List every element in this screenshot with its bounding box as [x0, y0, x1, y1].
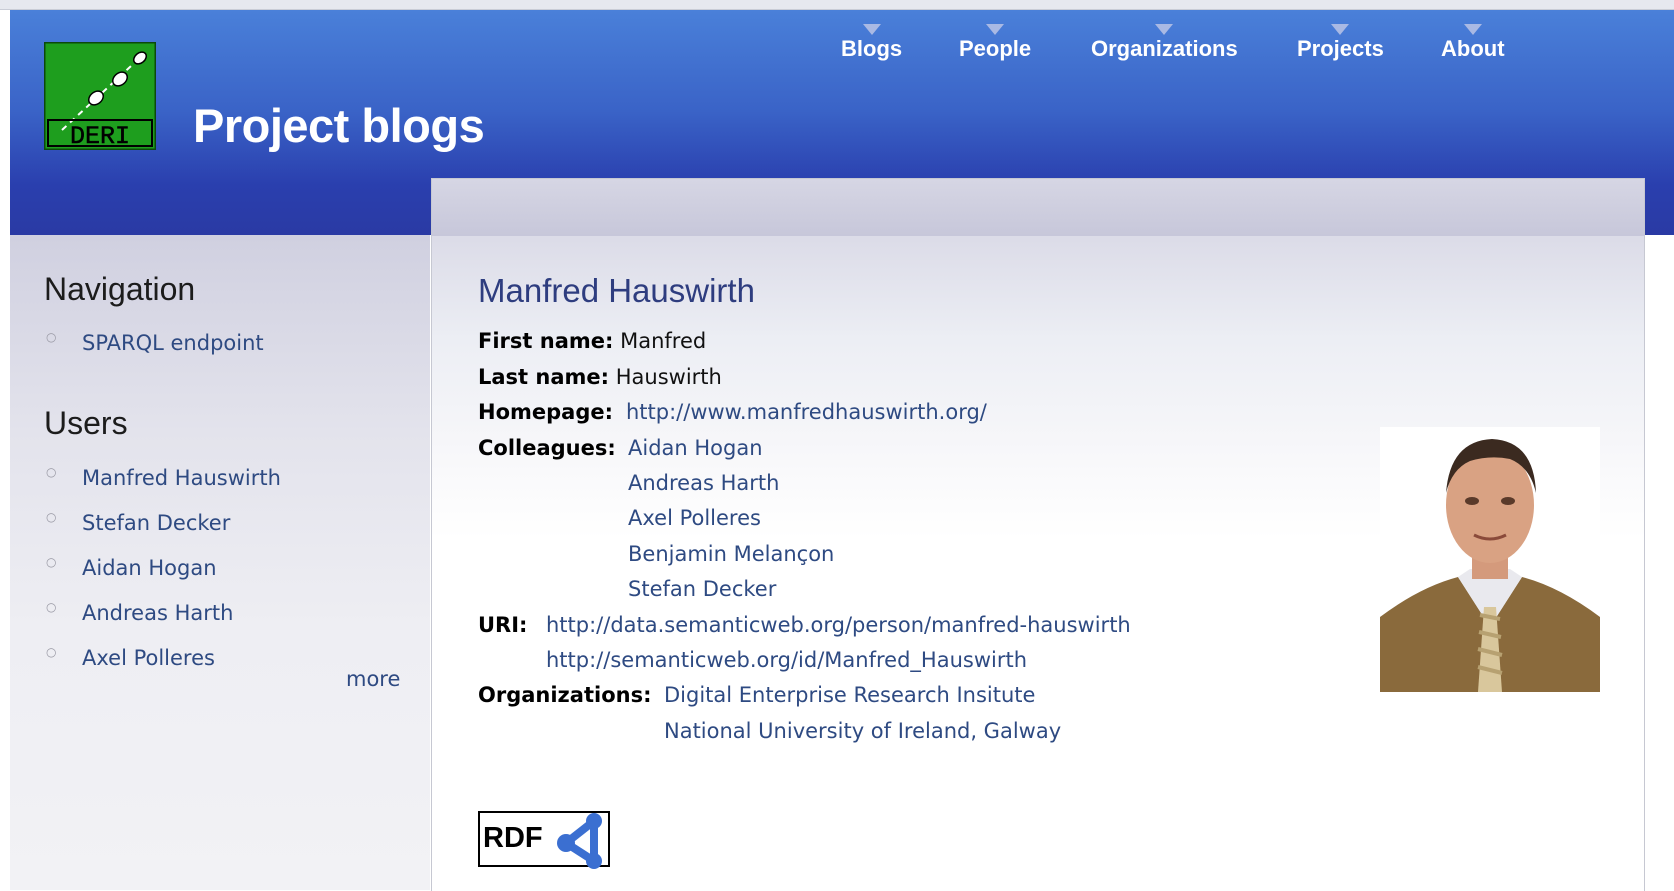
nav-arrow-icon	[1463, 24, 1482, 35]
bullet-icon: ○	[46, 645, 57, 659]
colleagues-label: Colleagues:	[478, 436, 616, 460]
nav-arrow-icon	[1155, 24, 1174, 35]
nav-arrow-icon	[986, 24, 1005, 35]
user-link[interactable]: Manfred Hauswirth	[82, 466, 281, 490]
bullet-icon: ○	[46, 510, 57, 524]
profile-content: Manfred Hauswirth First name: Manfred La…	[431, 178, 1645, 891]
window-top-strip	[0, 0, 1674, 10]
nav-blogs[interactable]: Blogs	[841, 24, 903, 62]
rdf-badge-icon[interactable]: RDF	[478, 811, 618, 869]
bullet-icon: ○	[46, 555, 57, 569]
organization-link[interactable]: National University of Ireland, Galway	[664, 719, 1061, 743]
logo-text: DERI	[70, 122, 130, 150]
deri-logo[interactable]: DERI	[44, 42, 156, 150]
nav-label: Projects	[1297, 36, 1384, 61]
last-name-row: Last name: Hauswirth	[478, 365, 722, 389]
user-link[interactable]: Aidan Hogan	[82, 556, 217, 580]
more-users-link[interactable]: more	[346, 667, 400, 691]
user-link[interactable]: Axel Polleres	[82, 646, 215, 670]
uri-row: URI:	[478, 613, 527, 637]
homepage-row: Homepage:	[478, 400, 613, 424]
organizations-label: Organizations:	[478, 683, 652, 707]
site-title[interactable]: Project blogs	[193, 98, 485, 153]
person-name-heading: Manfred Hauswirth	[478, 272, 755, 309]
nav-label: About	[1441, 36, 1505, 61]
sparql-endpoint-link[interactable]: SPARQL endpoint	[82, 331, 264, 355]
uri-link[interactable]: http://data.semanticweb.org/person/manfr…	[546, 613, 1131, 637]
first-name-label: First name:	[478, 329, 614, 353]
colleague-link[interactable]: Axel Polleres	[628, 506, 761, 530]
colleague-link[interactable]: Aidan Hogan	[628, 436, 763, 460]
organizations-row: Organizations:	[478, 683, 651, 707]
bullet-icon: ○	[46, 600, 57, 614]
nav-label: Blogs	[841, 36, 903, 61]
uri-label: URI:	[478, 613, 528, 637]
bullet-icon: ○	[46, 330, 57, 344]
uri-link[interactable]: http://semanticweb.org/id/Manfred_Hauswi…	[546, 648, 1027, 672]
last-name-value: Hauswirth	[615, 365, 722, 389]
content-header-band	[432, 179, 1644, 236]
last-name-label: Last name:	[478, 365, 610, 389]
first-name-row: First name: Manfred	[478, 329, 706, 353]
nav-arrow-icon	[1331, 24, 1350, 35]
organization-link[interactable]: Digital Enterprise Research Insitute	[664, 683, 1035, 707]
nav-label: People	[959, 36, 1032, 61]
nav-arrow-icon	[862, 24, 881, 35]
colleague-link[interactable]: Andreas Harth	[628, 471, 779, 495]
navigation-heading: Navigation	[44, 271, 196, 307]
user-link[interactable]: Stefan Decker	[82, 511, 230, 535]
first-name-value: Manfred	[620, 329, 707, 353]
users-heading: Users	[44, 405, 128, 441]
profile-photo	[1380, 427, 1600, 692]
nav-projects[interactable]: Projects	[1297, 24, 1384, 62]
nav-people[interactable]: People	[959, 24, 1032, 62]
homepage-label: Homepage:	[478, 400, 614, 424]
colleague-link[interactable]: Benjamin Melançon	[628, 542, 834, 566]
user-link[interactable]: Andreas Harth	[82, 601, 233, 625]
rdf-badge-text: RDF	[483, 822, 543, 854]
nav-label: Organizations	[1091, 36, 1238, 61]
colleagues-row: Colleagues:	[478, 436, 616, 460]
nav-organizations[interactable]: Organizations	[1091, 24, 1238, 62]
bullet-icon: ○	[46, 465, 57, 479]
homepage-link[interactable]: http://www.manfredhauswirth.org/	[626, 400, 987, 424]
colleague-link[interactable]: Stefan Decker	[628, 577, 776, 601]
sidebar: Navigation ○ SPARQL endpoint Users ○ Manf…	[10, 235, 430, 890]
nav-about[interactable]: About	[1441, 24, 1505, 62]
